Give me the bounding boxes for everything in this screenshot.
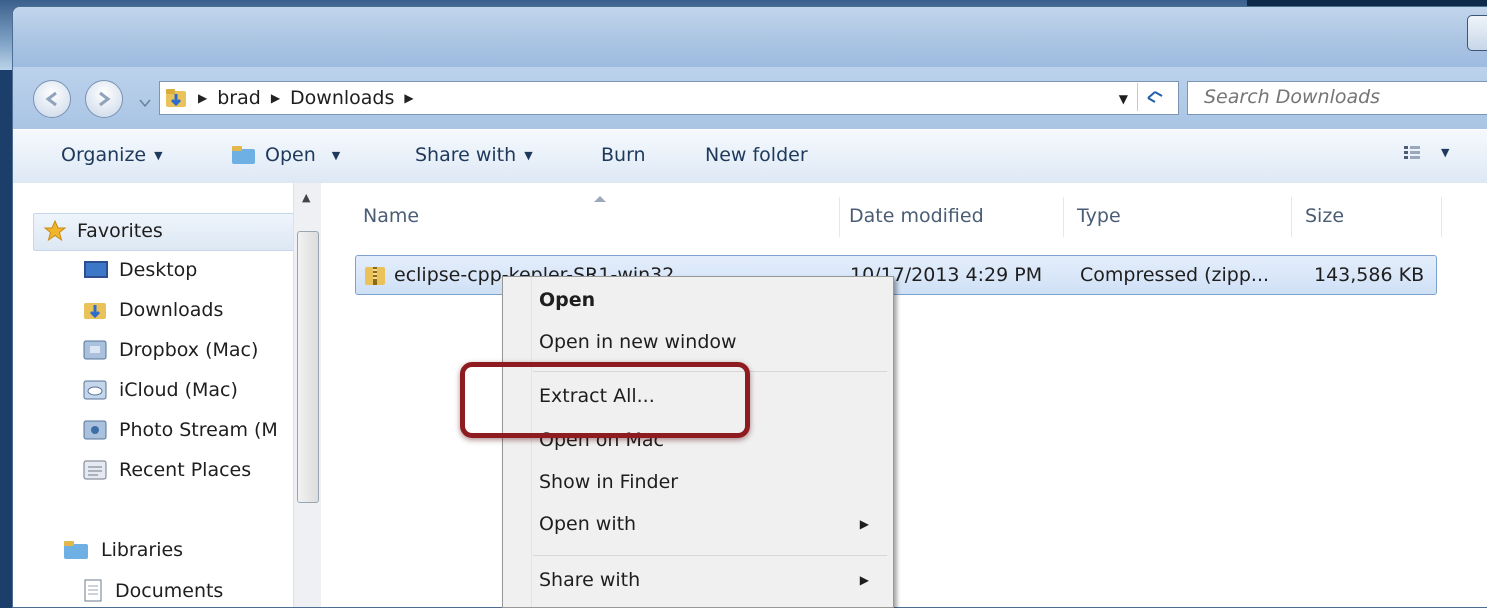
navigation-scrollbar[interactable]: ▲: [293, 183, 322, 607]
refresh-button[interactable]: [1137, 83, 1172, 111]
favorites-label: Favorites: [77, 220, 163, 242]
column-header-size[interactable]: Size: [1305, 205, 1344, 227]
burn-button[interactable]: Burn: [601, 144, 646, 166]
forward-button[interactable]: [85, 80, 123, 118]
address-history-dropdown-icon[interactable]: ▼: [1119, 92, 1128, 106]
organize-label: Organize: [61, 144, 147, 166]
menu-item-open-new-window[interactable]: Open in new window: [539, 331, 737, 353]
submenu-arrow-icon: ▶: [859, 573, 869, 587]
context-menu: Open Open in new window Extract All... O…: [502, 276, 894, 608]
view-options-button[interactable]: ▼: [1403, 144, 1449, 160]
menu-separator: [533, 555, 887, 556]
highlight-annotation: [460, 362, 750, 438]
nav-favorites[interactable]: Favorites: [43, 219, 163, 243]
sort-ascending-icon: [594, 196, 606, 202]
sidebar-item-photo-stream[interactable]: Photo Stream (M: [83, 419, 278, 441]
sidebar-item-label: Documents: [115, 580, 224, 602]
breadcrumb-brad[interactable]: brad: [217, 87, 261, 109]
downloads-folder-icon: [84, 303, 106, 319]
forward-arrow-icon: [99, 91, 111, 107]
search-box[interactable]: [1187, 81, 1487, 115]
recent-places-icon: [83, 460, 107, 480]
menu-item-share-with[interactable]: Share with: [539, 569, 640, 591]
sidebar-item-label: Desktop: [119, 259, 198, 281]
crumb-separator[interactable]: ▶: [198, 91, 207, 105]
scrollbar-thumb[interactable]: [297, 231, 319, 503]
sidebar-item-recent-places[interactable]: Recent Places: [83, 459, 251, 481]
navigation-pane: Favorites Desktop Downloads Dropbox (Mac…: [13, 183, 321, 607]
chevron-down-icon: ▼: [154, 148, 163, 162]
command-bar: Organize ▼ Open ▼ Share with ▼ Burn New …: [13, 129, 1487, 185]
share-with-label: Share with: [415, 144, 517, 166]
column-separator[interactable]: [839, 197, 840, 237]
share-with-button[interactable]: Share with ▼: [415, 144, 533, 166]
column-separator[interactable]: [1291, 197, 1292, 237]
menu-item-open-with[interactable]: Open with: [539, 513, 636, 535]
sidebar-item-label: Recent Places: [119, 459, 252, 481]
sidebar-item-label: iCloud (Mac): [119, 379, 238, 401]
sidebar-item-label: Dropbox (Mac): [119, 339, 259, 361]
menu-item-show-in-finder[interactable]: Show in Finder: [539, 471, 678, 493]
star-icon: [43, 219, 67, 242]
column-separator[interactable]: [1063, 197, 1064, 237]
column-header-name[interactable]: Name: [363, 205, 419, 227]
chevron-down-icon: [139, 99, 151, 108]
new-folder-button[interactable]: New folder: [705, 144, 808, 166]
chevron-down-icon: ▼: [1441, 145, 1450, 159]
menu-item-open[interactable]: Open: [539, 289, 595, 311]
sidebar-item-documents[interactable]: Documents: [83, 579, 223, 603]
libraries-label: Libraries: [101, 539, 184, 561]
libraries-icon: [64, 541, 88, 559]
file-type: Compressed (zipp...: [1080, 264, 1270, 286]
breadcrumb-downloads[interactable]: Downloads: [290, 87, 394, 109]
recent-pages-dropdown[interactable]: [139, 91, 151, 113]
sidebar-item-icloud[interactable]: iCloud (Mac): [83, 379, 238, 401]
downloads-folder-icon: [166, 89, 186, 107]
back-arrow-icon: [45, 91, 57, 107]
sidebar-item-label: Downloads: [119, 299, 224, 321]
address-row: ▶ brad ▶ Downloads ▶ ▼: [13, 67, 1487, 129]
burn-label: Burn: [601, 144, 646, 166]
zip-folder-icon: [365, 267, 385, 285]
sidebar-item-label: Photo Stream (M: [119, 419, 278, 441]
chevron-down-icon: ▼: [331, 148, 341, 162]
submenu-arrow-icon: ▶: [859, 517, 869, 531]
open-button[interactable]: Open ▼: [231, 144, 340, 166]
crumb-separator[interactable]: ▶: [404, 91, 413, 105]
open-label: Open: [265, 144, 316, 166]
new-folder-label: New folder: [705, 144, 808, 166]
cloud-folder-icon: [83, 380, 107, 400]
back-button[interactable]: [33, 80, 71, 118]
sidebar-item-desktop[interactable]: Desktop: [83, 259, 197, 281]
documents-icon: [84, 579, 102, 602]
organize-button[interactable]: Organize ▼: [61, 144, 163, 166]
scroll-up-arrow-icon[interactable]: ▲: [302, 191, 310, 204]
column-header-date[interactable]: Date modified: [849, 205, 984, 227]
address-bar[interactable]: ▶ brad ▶ Downloads ▶ ▼: [159, 81, 1179, 115]
column-separator[interactable]: [1441, 197, 1442, 237]
close-button[interactable]: [1467, 15, 1487, 51]
sidebar-item-dropbox[interactable]: Dropbox (Mac): [83, 339, 258, 361]
column-header-type[interactable]: Type: [1077, 205, 1121, 227]
menu-gutter: [531, 277, 532, 607]
folder-icon: [232, 146, 255, 164]
file-size: 143,586 KB: [1314, 264, 1425, 286]
sidebar-item-downloads[interactable]: Downloads: [83, 299, 223, 321]
chevron-down-icon: ▼: [524, 148, 533, 162]
nav-libraries[interactable]: Libraries: [63, 539, 183, 561]
desktop-icon: [84, 261, 108, 278]
refresh-icon: [1147, 91, 1163, 103]
network-folder-icon: [83, 340, 107, 360]
search-input[interactable]: [1188, 82, 1487, 112]
photo-folder-icon: [83, 420, 107, 440]
crumb-separator[interactable]: ▶: [271, 91, 280, 105]
title-bar: [13, 7, 1487, 67]
view-list-icon: [1404, 146, 1420, 159]
